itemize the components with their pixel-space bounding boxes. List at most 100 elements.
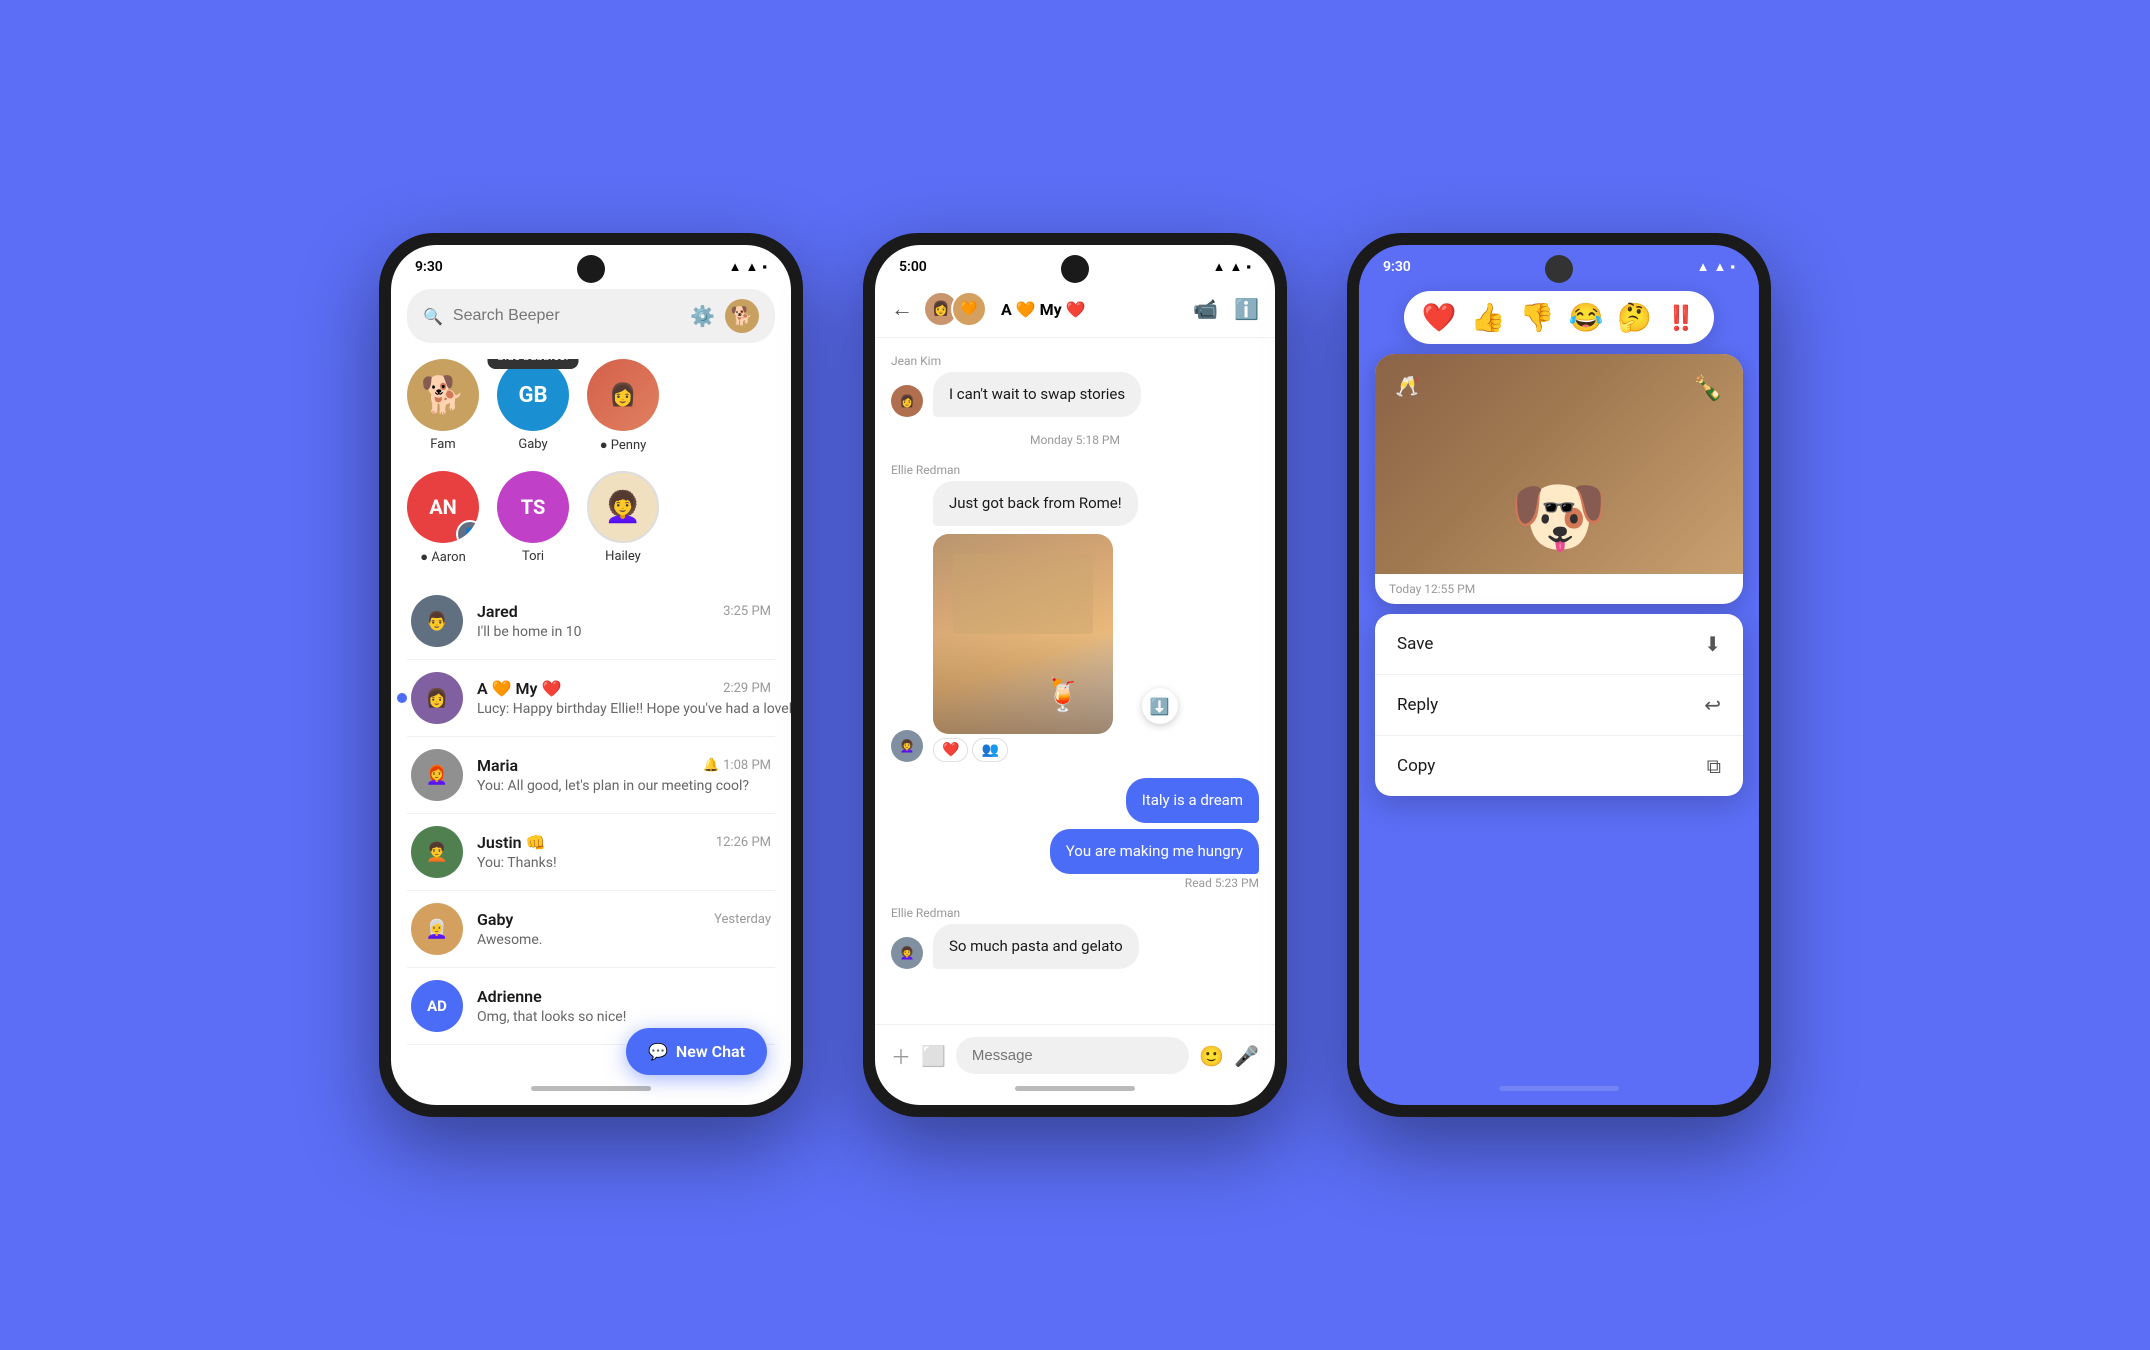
status-bar-2: 5:00 ▲ ▲ ▪: [875, 245, 1275, 281]
bubble-sent-2: You are making me hungry: [1050, 829, 1259, 874]
chat-avatar-adrienne: AD: [411, 980, 463, 1032]
building-overlay: [933, 634, 1113, 734]
story-label-penny: ● Penny: [600, 437, 647, 453]
emoji-reaction-bar: ❤️ 👍 👎 😂 🤔 ‼️: [1404, 291, 1714, 344]
chat-preview-maria: You: All good, let's plan in our meeting…: [477, 778, 749, 794]
chat-info-jared: Jared 3:25 PM I'll be home in 10: [477, 602, 771, 640]
message-jean-kim: Jean Kim 👩 I can't wait to swap stories: [891, 354, 1259, 417]
story-item-tori[interactable]: TS Tori: [497, 471, 569, 565]
status-icons-2: ▲ ▲ ▪: [1213, 259, 1251, 275]
chat-avatar-justin: 🧑‍🦱: [411, 826, 463, 878]
story-avatar-aaron: AN 👤: [407, 471, 479, 543]
message-image: 🍹: [933, 534, 1113, 734]
msg-avatar-ellie-2: 👩‍🦱: [891, 937, 923, 969]
add-attachment-icon[interactable]: ＋: [891, 1041, 911, 1070]
mic-icon[interactable]: 🎤: [1234, 1044, 1259, 1068]
chat-avatar-jared: 👨: [411, 595, 463, 647]
chat-time-justin: 12:26 PM: [716, 835, 771, 850]
wifi-icon: ▲: [729, 259, 742, 275]
story-label-tori: Tori: [522, 549, 544, 564]
battery-icon-2: ▪: [1246, 259, 1251, 275]
chat-item-maria[interactable]: 👩‍🦰 Maria 🔔 1:08 PM You: All good, let's…: [407, 737, 775, 814]
home-indicator-3: [1499, 1086, 1619, 1091]
bg-item-2: 🥂: [1395, 374, 1420, 398]
status-time-1: 9:30: [415, 259, 443, 275]
new-chat-button[interactable]: 💬 New Chat: [626, 1028, 767, 1075]
status-bar-3: 9:30 ▲ ▲ ▪: [1359, 245, 1759, 281]
reaction-btn-exclaim[interactable]: ‼️: [1666, 304, 1696, 332]
msg-row-jean: 👩 I can't wait to swap stories: [891, 372, 1259, 417]
story-item-penny[interactable]: 👩 ● Penny: [587, 359, 659, 453]
story-label-fam: Fam: [430, 437, 455, 452]
signal-icon: ▲: [746, 259, 759, 275]
back-button[interactable]: ←: [891, 296, 913, 322]
chat-time-jared: 3:25 PM: [723, 604, 771, 619]
chat-avatar-maria: 👩‍🦰: [411, 749, 463, 801]
messages-area: Jean Kim 👩 I can't wait to swap stories …: [875, 338, 1275, 1024]
chat-time-amy: 2:29 PM: [723, 681, 771, 696]
wifi-icon-3: ▲: [1697, 259, 1710, 275]
image-inner: 🍹: [933, 534, 1113, 734]
reaction-btn-think[interactable]: 🤔: [1617, 301, 1652, 334]
sticker-icon[interactable]: ⬜: [921, 1044, 946, 1068]
chat-name-maria: Maria: [477, 756, 518, 775]
chat-item-jared[interactable]: 👨 Jared 3:25 PM I'll be home in 10: [407, 583, 775, 660]
context-menu-reply[interactable]: Reply ↩: [1375, 675, 1743, 736]
signal-icon-2: ▲: [1230, 259, 1243, 275]
reaction-btn-thumbsdown[interactable]: 👎: [1520, 301, 1555, 334]
status-time-2: 5:00: [899, 259, 927, 275]
chat-name-amy: A 🧡 My ❤️: [477, 679, 561, 698]
bubble-ellie-1: Just got back from Rome!: [933, 481, 1138, 526]
reaction-btn-heart[interactable]: ❤️: [1422, 301, 1457, 334]
story-unread-dot-penny: [589, 419, 599, 429]
reaction-btn-thumbsup[interactable]: 👍: [1471, 301, 1506, 334]
story-row-2: AN 👤 ● Aaron TS Tori: [407, 471, 775, 575]
ellie-message-group: Just got back from Rome! 🍹: [933, 481, 1138, 762]
bubble-text-sent-1: Italy is a dream: [1142, 791, 1243, 809]
info-icon[interactable]: ℹ️: [1234, 297, 1259, 321]
context-save-icon: ⬇: [1704, 632, 1721, 656]
search-bar[interactable]: 🔍 ⚙️ 🐕: [407, 289, 775, 343]
video-call-icon[interactable]: 📹: [1193, 297, 1218, 321]
chat-item-gaby[interactable]: 👩‍🦳 Gaby Yesterday Awesome.: [407, 891, 775, 968]
msg-sender-ellie-2: Ellie Redman: [891, 906, 1259, 920]
settings-icon[interactable]: ⚙️: [690, 304, 715, 328]
context-menu-save[interactable]: Save ⬇: [1375, 614, 1743, 675]
message-input[interactable]: [956, 1037, 1189, 1074]
header-avatar-group: 👩 🧡: [923, 291, 987, 327]
chat-item-amy[interactable]: 👩 A 🧡 My ❤️ 2:29 PM Lucy: Happy birthday…: [407, 660, 775, 737]
dog-photo-card: 🐶 🕶️ 🍾 🥂 Today 12:55 PM: [1375, 354, 1743, 604]
chat-time-maria: 1:08 PM: [723, 758, 771, 773]
bubble-text-jean: I can't wait to swap stories: [949, 385, 1125, 403]
emoji-icon[interactable]: 🙂: [1199, 1044, 1224, 1068]
camera-notch-1: [577, 255, 605, 283]
home-indicator-1: [531, 1086, 651, 1091]
story-item-fam[interactable]: 🐕 Fam: [407, 359, 479, 453]
phone3-content: ❤️ 👍 👎 😂 🤔 ‼️ 🐶 🕶️ 🍾 🥂: [1359, 281, 1759, 1086]
context-menu-copy[interactable]: Copy ⧉: [1375, 736, 1743, 796]
read-status: Read 5:23 PM: [891, 876, 1259, 890]
bubble-text-sent-2: You are making me hungry: [1066, 842, 1243, 860]
chat-item-justin[interactable]: 🧑‍🦱 Justin 👊 12:26 PM You: Thanks!: [407, 814, 775, 891]
message-image-container: 🍹 ⬇️: [933, 534, 1138, 734]
user-avatar[interactable]: 🐕: [725, 299, 759, 333]
chat-header: ← 👩 🧡 A 🧡 My ❤️ 📹 ℹ️: [875, 281, 1275, 338]
sky-area: [953, 554, 1093, 634]
story-avatar-penny: 👩: [587, 359, 659, 431]
story-item-hailey[interactable]: 👩‍🦱 Hailey: [587, 471, 659, 565]
story-avatar-fam: 🐕: [407, 359, 479, 431]
chat-info-amy: A 🧡 My ❤️ 2:29 PM Lucy: Happy birthday E…: [477, 679, 771, 717]
story-tooltip-gaby: Welcome toblue bubbles!: [487, 359, 578, 369]
reaction-heart[interactable]: ❤️: [933, 738, 968, 762]
new-chat-label: New Chat: [676, 1042, 745, 1061]
phone-3: 9:30 ▲ ▲ ▪ ❤️ 👍 👎 😂 🤔 ‼️: [1347, 233, 1771, 1117]
story-item-aaron[interactable]: AN 👤 ● Aaron: [407, 471, 479, 565]
sent-messages-group: Italy is a dream You are making me hungr…: [891, 778, 1259, 890]
status-icons-3: ▲ ▲ ▪: [1697, 259, 1735, 275]
message-ellie-1: Ellie Redman 👩‍🦱 Just got back from Rome…: [891, 463, 1259, 762]
download-button[interactable]: ⬇️: [1142, 688, 1178, 724]
search-input[interactable]: [453, 307, 680, 325]
story-item-gaby[interactable]: Welcome toblue bubbles! GB Gaby: [497, 359, 569, 453]
reaction-btn-laugh[interactable]: 😂: [1568, 301, 1603, 334]
new-chat-icon: 💬: [648, 1042, 668, 1061]
